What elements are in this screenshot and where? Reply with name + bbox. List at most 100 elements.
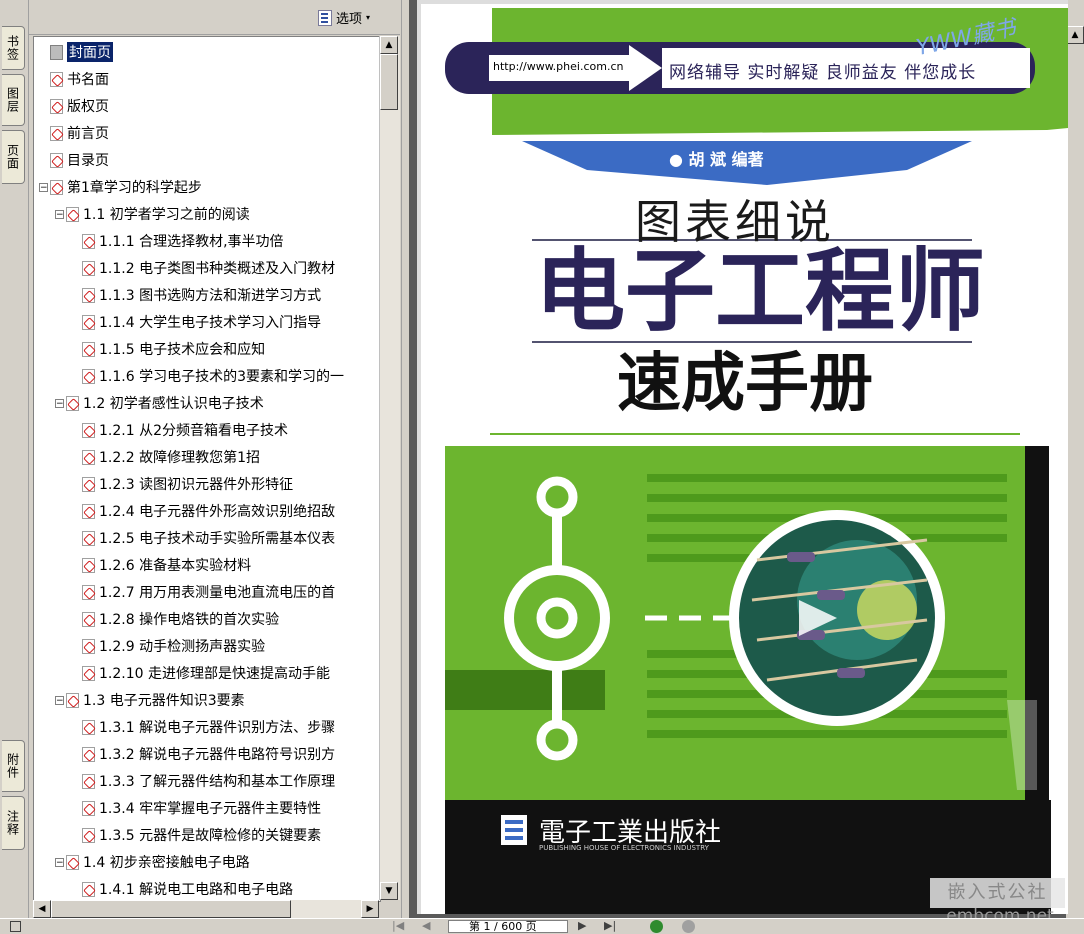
pdf-bookmark-icon: [82, 503, 95, 519]
bookmark-label: 1.1.4 大学生电子技术学习入门指导: [99, 315, 322, 331]
tab-layers[interactable]: 图层: [2, 74, 25, 126]
watermark-text: 嵌入式公社: [930, 878, 1065, 908]
scroll-right-button[interactable]: ▶: [361, 900, 379, 918]
bookmark-label: 前言页: [67, 126, 109, 142]
pdf-bookmark-icon: [82, 746, 95, 762]
prev-page-icon[interactable]: ◀: [422, 919, 430, 932]
tab-attachments[interactable]: 附件: [2, 740, 25, 792]
bookmark-item[interactable]: 1.3.1 解说电子元器件识别方法、步骤: [82, 714, 335, 740]
scroll-down-button[interactable]: ▼: [380, 882, 398, 900]
scroll-up-button[interactable]: ▲: [380, 36, 398, 54]
next-page-icon[interactable]: ▶: [578, 919, 586, 932]
bookmark-item[interactable]: 1.3.3 了解元器件结构和基本工作原理: [82, 768, 335, 794]
bookmark-label: 1.4.1 解说电工电路和电子电路: [99, 882, 294, 898]
bookmark-label: 1.1.5 电子技术应会和应知: [99, 342, 266, 358]
go-forward-icon[interactable]: [682, 920, 695, 933]
bookmark-item[interactable]: 1.2.10 走进修理部是快速提高动手能: [82, 660, 330, 686]
collapse-toggle-icon[interactable]: −: [55, 857, 64, 867]
bookmark-item[interactable]: 1.2.4 电子元器件外形高效识别绝招敌: [82, 498, 335, 524]
tab-comments[interactable]: 注释: [2, 796, 25, 850]
bookmark-item[interactable]: − 1.4 初步亲密接触电子电路: [55, 849, 250, 875]
bookmark-item[interactable]: 1.2.8 操作电烙铁的首次实验: [82, 606, 279, 632]
bookmark-label: 1.2.9 动手检测扬声器实验: [99, 639, 266, 655]
pdf-bookmark-icon: [50, 152, 63, 168]
go-back-icon[interactable]: [650, 920, 663, 933]
bookmark-label: 1.1.6 学习电子技术的3要素和学习的一: [99, 369, 344, 385]
bookmark-item[interactable]: 1.2.6 准备基本实验材料: [82, 552, 251, 578]
bookmark-item[interactable]: 1.3.5 元器件是故障检修的关键要素: [82, 822, 321, 848]
document-vertical-scrollbar[interactable]: ▲: [1066, 0, 1084, 918]
scroll-left-button[interactable]: ◀: [33, 900, 51, 918]
pdf-bookmark-icon: [82, 260, 95, 276]
bookmark-item[interactable]: 1.4.1 解说电工电路和电子电路: [82, 876, 294, 901]
bookmark-item[interactable]: 1.1.1 合理选择教材,事半功倍: [82, 228, 284, 254]
options-menu-button[interactable]: 选项 ▾: [318, 8, 370, 27]
bookmark-label: 版权页: [67, 99, 109, 115]
bookmark-item[interactable]: 版权页: [50, 93, 109, 119]
bookmark-item[interactable]: 1.2.7 用万用表测量电池直流电压的首: [82, 579, 335, 605]
tab-pages[interactable]: 页面: [2, 130, 25, 184]
pdf-bookmark-icon: [82, 314, 95, 330]
bookmark-item[interactable]: 前言页: [50, 120, 109, 146]
bookmark-horizontal-scrollbar[interactable]: ◀ ▶: [33, 900, 379, 918]
bookmark-label: 封面页: [67, 42, 113, 62]
bookmark-label: 1.3.3 了解元器件结构和基本工作原理: [99, 774, 336, 790]
tab-bookmarks[interactable]: 书签: [2, 26, 25, 70]
pdf-bookmark-icon: [82, 449, 95, 465]
pdf-bookmark-icon: [82, 557, 95, 573]
bookmark-item[interactable]: 1.2.2 故障修理教您第1招: [82, 444, 260, 470]
pdf-bookmark-icon: [66, 395, 79, 411]
collapse-toggle-icon[interactable]: −: [39, 182, 48, 192]
hscroll-thumb[interactable]: [51, 900, 291, 918]
last-page-icon[interactable]: ▶|: [604, 919, 616, 932]
bookmark-item[interactable]: 封面页: [50, 39, 113, 65]
cover-title-main: 电子工程师: [535, 239, 985, 344]
bookmark-label: 1.1.1 合理选择教材,事半功倍: [99, 234, 284, 250]
pdf-bookmark-icon: [82, 530, 95, 546]
bookmark-item[interactable]: 1.1.6 学习电子技术的3要素和学习的一: [82, 363, 344, 389]
collapse-toggle-icon[interactable]: −: [55, 695, 64, 705]
options-label: 选项: [336, 12, 363, 27]
collapse-toggle-icon[interactable]: −: [55, 398, 64, 408]
pdf-bookmark-icon: [82, 584, 95, 600]
bookmark-item[interactable]: − 1.2 初学者感性认识电子技术: [55, 390, 264, 416]
bookmark-label: 1.1 初学者学习之前的阅读: [83, 207, 250, 223]
bookmark-label: 目录页: [67, 153, 109, 169]
pdf-bookmark-icon: [66, 206, 79, 222]
bookmark-item[interactable]: 1.3.4 牢牢掌握电子元器件主要特性: [82, 795, 321, 821]
bookmark-item[interactable]: 1.2.1 从2分频音箱看电子技术: [82, 417, 288, 443]
bookmark-item[interactable]: 1.2.9 动手检测扬声器实验: [82, 633, 265, 659]
bookmark-item[interactable]: 目录页: [50, 147, 109, 173]
pdf-bookmark-icon: [82, 881, 95, 897]
page-number-field[interactable]: 第 1 / 600 页: [448, 920, 568, 933]
pdf-bookmark-icon: [50, 179, 63, 195]
pdf-bookmark-icon: [82, 827, 95, 843]
bookmark-item[interactable]: − 1.3 电子元器件知识3要素: [55, 687, 245, 713]
doc-scroll-up-button[interactable]: ▲: [1066, 26, 1084, 44]
bookmark-label: 1.2.3 读图初识元器件外形特征: [99, 477, 294, 493]
bookmark-label: 书名面: [67, 72, 109, 88]
bookmark-tree[interactable]: 封面页 书名面 版权页 前言页 目录页 − 第1章学习的科学起步 − 1.1 初学者学习之前的阅…: [33, 36, 381, 902]
tab-layers-label: 图层: [5, 87, 20, 113]
bookmark-item[interactable]: 1.2.3 读图初识元器件外形特征: [82, 471, 293, 497]
scroll-thumb[interactable]: [380, 54, 398, 110]
bookmark-item[interactable]: 1.1.3 图书选购方法和渐进学习方式: [82, 282, 321, 308]
bookmark-vertical-scrollbar[interactable]: ▲ ▼: [379, 36, 400, 900]
bookmark-item[interactable]: 1.1.5 电子技术应会和应知: [82, 336, 265, 362]
tab-pages-label: 页面: [5, 144, 20, 170]
bookmark-item[interactable]: 1.3.2 解说电子元器件电路符号识别方: [82, 741, 335, 767]
bookmark-item[interactable]: 1.1.4 大学生电子技术学习入门指导: [82, 309, 321, 335]
bookmark-label: 1.1.3 图书选购方法和渐进学习方式: [99, 288, 322, 304]
options-icon: [318, 9, 332, 26]
bookmark-item[interactable]: − 1.1 初学者学习之前的阅读: [55, 201, 250, 227]
pdf-bookmark-icon: [82, 773, 95, 789]
pdf-bookmark-icon: [82, 422, 95, 438]
bookmark-item[interactable]: 1.2.5 电子技术动手实验所需基本仪表: [82, 525, 335, 551]
bookmark-label: 1.2.5 电子技术动手实验所需基本仪表: [99, 531, 336, 547]
tab-comments-label: 注释: [5, 810, 20, 836]
collapse-toggle-icon[interactable]: −: [55, 209, 64, 219]
bookmark-item[interactable]: 1.1.2 电子类图书种类概述及入门教材: [82, 255, 335, 281]
bookmark-item[interactable]: 书名面: [50, 66, 109, 92]
bookmark-item[interactable]: − 第1章学习的科学起步: [39, 174, 202, 200]
first-page-icon[interactable]: |◀: [392, 919, 404, 932]
